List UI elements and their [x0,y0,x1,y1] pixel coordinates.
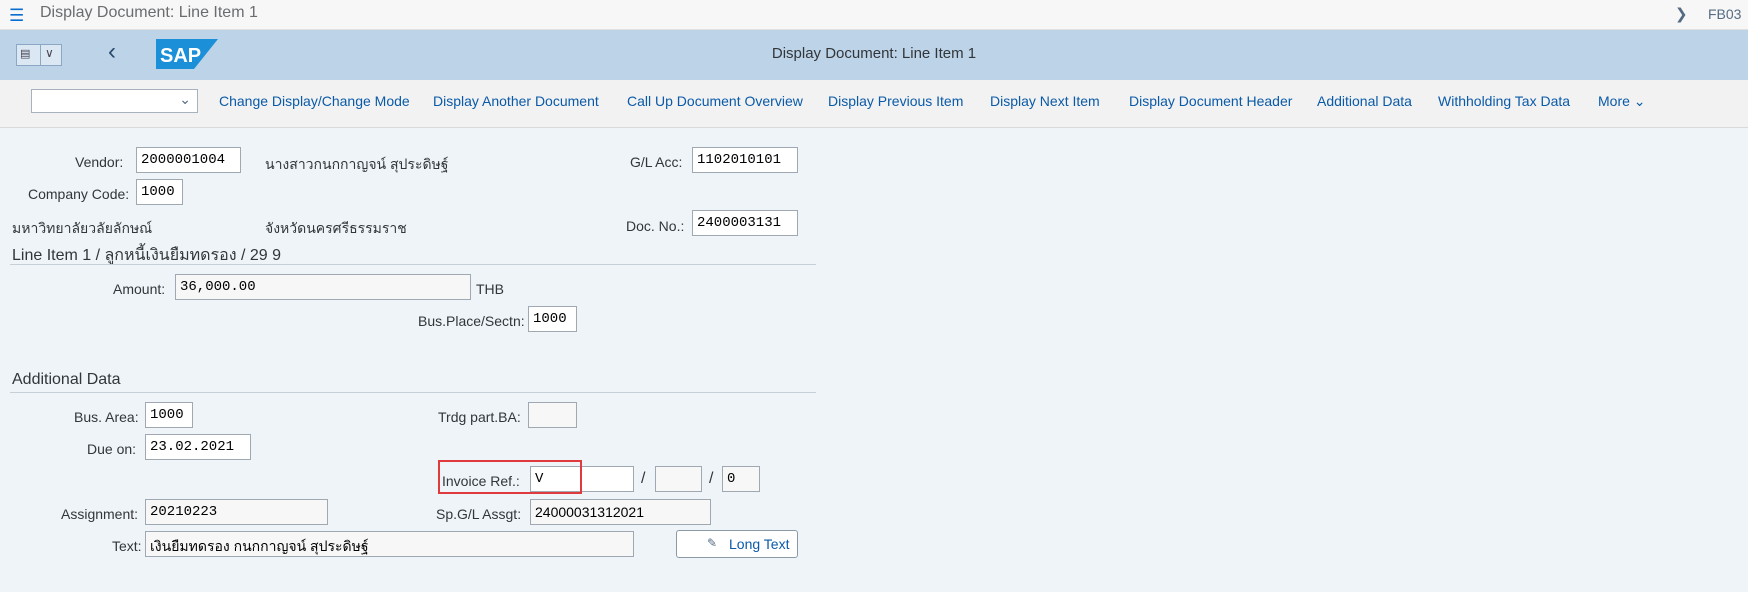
display-previous-item-button[interactable]: Display Previous Item [828,93,963,109]
invoice-item-field[interactable]: 0 [722,466,760,492]
hamburger-menu-icon[interactable]: ☰ [9,6,24,26]
gl-account-label: G/L Acc: [630,154,683,170]
display-another-document-button[interactable]: Display Another Document [433,93,599,109]
special-gl-assignment-label: Sp.G/L Assgt: [436,506,522,522]
due-on-label: Due on: [87,441,137,457]
more-label: More [1598,93,1630,109]
window-title: Display Document: Line Item 1 [40,4,258,21]
invoice-year-field[interactable] [655,466,702,492]
chevron-down-icon: ⌄ [179,91,191,107]
section-divider [10,392,816,393]
company-code-label: Company Code: [28,186,130,202]
separator-slash: / [641,470,646,487]
gl-account-field[interactable]: 1102010101 [692,147,798,173]
vendor-field[interactable]: 2000001004 [136,147,241,173]
additional-data-section-title: Additional Data [12,371,121,388]
more-button[interactable]: More ⌄ [1598,93,1646,110]
long-text-button[interactable]: ✎ Long Text [676,530,798,558]
text-field[interactable]: เงินยืมทดรอง กนกกาญจน์ สุประดิษฐ์ [145,531,634,557]
page-title: Display Document: Line Item 1 [771,45,977,62]
business-area-field[interactable]: 1000 [145,402,193,428]
long-text-icon: ✎ [707,536,718,550]
display-document-header-button[interactable]: Display Document Header [1129,93,1292,109]
application-toolbar: ⌄ Change Display/Change Mode Display Ano… [0,80,1748,128]
shell-header: ▤ ∨ ‹ SAP Display Document: Line Item 1 [0,30,1748,80]
vendor-label: Vendor: [75,154,124,170]
assignment-field[interactable]: 20210223 [145,499,328,525]
highlight-box [438,460,582,494]
business-area-label: Bus. Area: [74,409,139,425]
company-code-field[interactable]: 1000 [136,179,183,205]
toolbar-dropdown[interactable]: ⌄ [31,89,198,113]
display-next-item-button[interactable]: Display Next Item [990,93,1100,109]
trading-partner-label: Trdg part.BA: [438,409,521,425]
assignment-label: Assignment: [61,506,139,522]
chevron-down-icon: ⌄ [1633,93,1646,109]
text-label: Text: [112,538,142,554]
company-name: มหาวิทยาลัยวลัยลักษณ์ [12,220,153,236]
vendor-name: นางสาวกนกกาญจน์ สุประดิษฐ์ [265,156,449,172]
separator-slash: / [709,470,714,487]
document-overview-button[interactable]: Call Up Document Overview [627,93,803,109]
chevron-right-icon[interactable]: ❯ [1675,5,1688,23]
change-display-mode-button[interactable]: Change Display/Change Mode [219,93,410,109]
transaction-code: FB03 [1708,6,1742,22]
business-place-label: Bus.Place/Sectn: [418,313,525,329]
due-on-field[interactable]: 23.02.2021 [145,434,251,460]
special-gl-assignment-field[interactable]: 24000031312021 [530,499,711,525]
window-bar: ☰ Display Document: Line Item 1 ❯ FB03 [0,0,1748,30]
additional-data-button[interactable]: Additional Data [1317,93,1412,109]
amount-label: Amount: [113,281,166,297]
document-number-field[interactable]: 2400003131 [692,210,798,236]
section-divider [10,264,816,265]
document-number-label: Doc. No.: [626,218,685,234]
city-name: จังหวัดนครศรีธรรมราช [265,220,407,236]
currency-label: THB [476,281,504,297]
amount-field[interactable]: 36,000.00 [175,274,471,300]
withholding-tax-data-button[interactable]: Withholding Tax Data [1438,93,1570,109]
long-text-label: Long Text [729,536,790,552]
business-place-field[interactable]: 1000 [528,306,577,332]
trading-partner-field[interactable] [528,402,577,428]
